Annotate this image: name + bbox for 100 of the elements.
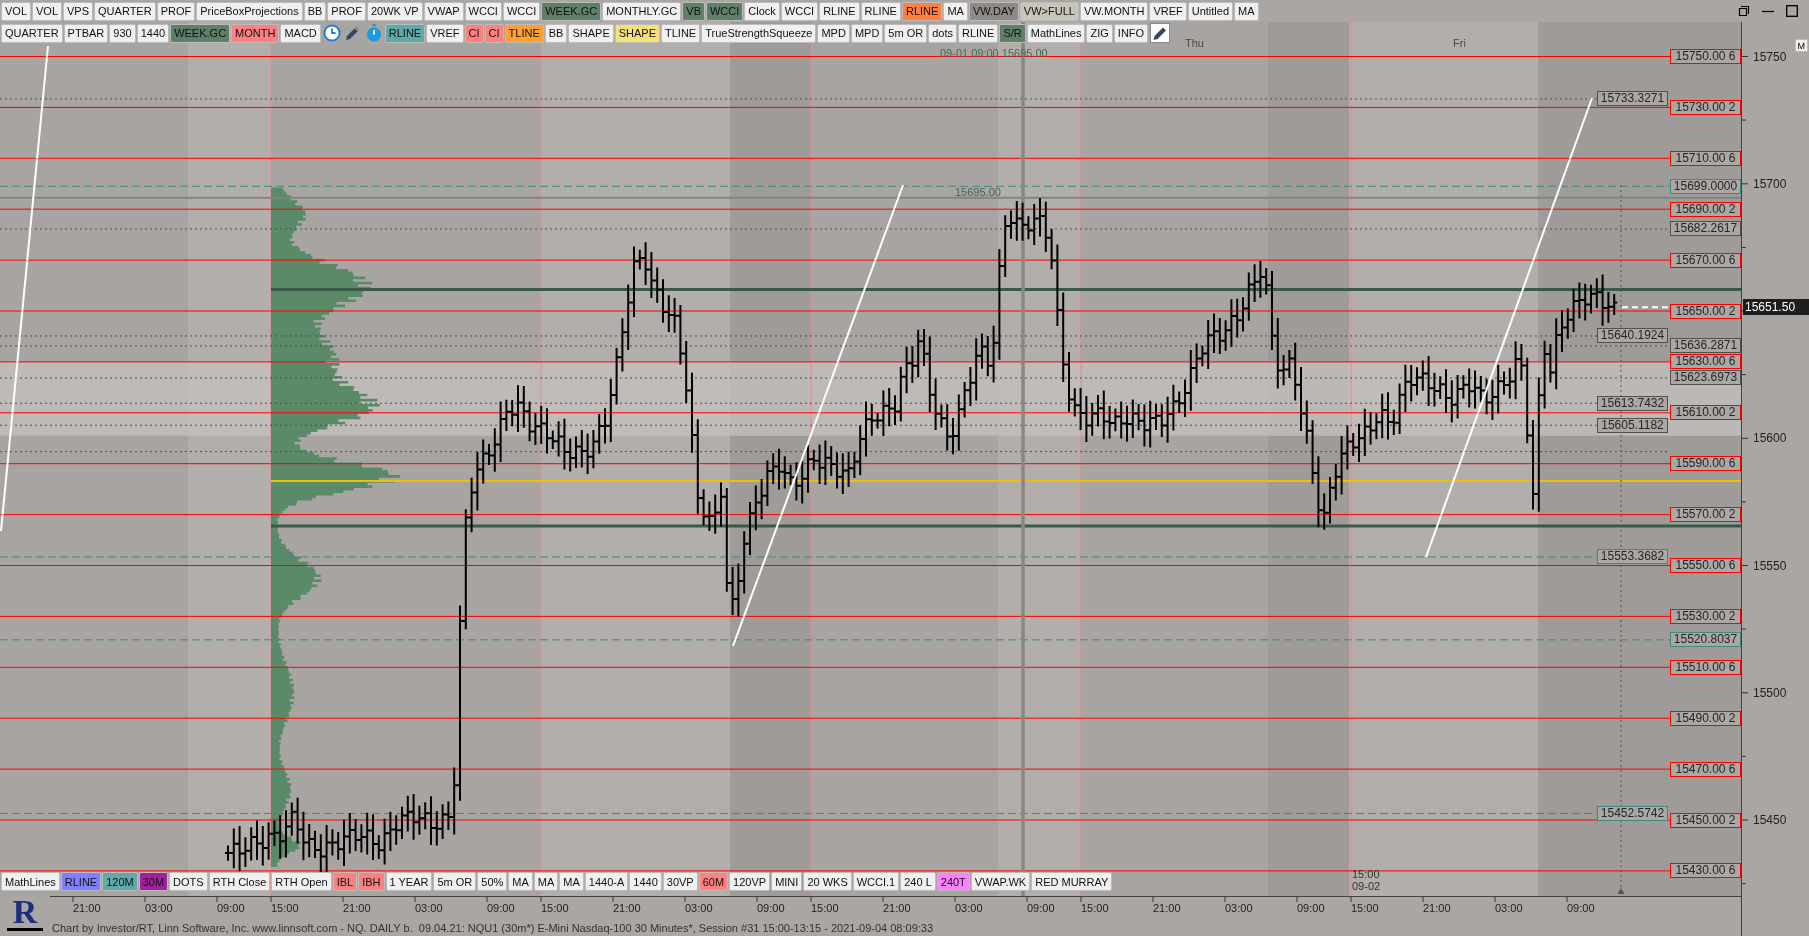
indicator-button[interactable]: VB bbox=[682, 1, 705, 21]
indicator-button[interactable]: VOL bbox=[32, 1, 63, 21]
indicator-button[interactable]: 240T bbox=[936, 872, 970, 891]
indicator-button[interactable]: MA bbox=[559, 872, 584, 891]
restore-icon[interactable] bbox=[1738, 5, 1750, 17]
indicator-button[interactable]: MACD bbox=[280, 23, 321, 43]
indicator-button[interactable]: QUARTER bbox=[1, 23, 63, 43]
time-axis-label: 03:00 bbox=[1495, 902, 1523, 914]
indicator-button[interactable]: BB bbox=[303, 1, 327, 21]
indicator-button[interactable]: VWAP bbox=[423, 1, 464, 21]
indicator-button[interactable]: RTH Open bbox=[271, 872, 332, 891]
indicator-button[interactable]: MONTHLY.GC bbox=[602, 1, 682, 21]
price-level-label: 15750.00 6 bbox=[1670, 49, 1741, 64]
indicator-button[interactable]: 5m OR bbox=[433, 872, 477, 891]
indicator-button[interactable]: Clock bbox=[744, 1, 780, 21]
indicator-button[interactable]: INFO bbox=[1113, 23, 1149, 43]
indicator-button[interactable]: S/R bbox=[999, 23, 1026, 43]
indicator-button[interactable]: MPD bbox=[817, 23, 850, 43]
price-level-label: 15630.00 6 bbox=[1670, 354, 1741, 370]
indicator-button[interactable]: PROF bbox=[156, 1, 196, 21]
indicator-button[interactable]: 30VP bbox=[662, 872, 698, 891]
indicator-button[interactable]: 5m OR bbox=[884, 23, 928, 43]
indicator-button[interactable]: VWAP.WK bbox=[970, 872, 1031, 891]
indicator-button[interactable]: PriceBoxProjections bbox=[196, 1, 303, 21]
pencil-icon[interactable] bbox=[1150, 23, 1171, 43]
indicator-button[interactable]: 930 bbox=[109, 23, 136, 43]
clock-icon[interactable] bbox=[322, 24, 341, 42]
indicator-button[interactable]: VW.DAY bbox=[968, 1, 1019, 21]
indicator-button[interactable]: WCCI bbox=[706, 1, 744, 21]
indicator-button[interactable]: VW>FULL bbox=[1019, 1, 1079, 21]
indicator-button[interactable]: MINI bbox=[771, 872, 803, 891]
indicator-button[interactable]: RLINE bbox=[60, 872, 102, 891]
indicator-button[interactable]: VPS bbox=[63, 1, 94, 21]
indicator-button[interactable]: TLINE bbox=[504, 23, 544, 43]
indicator-button[interactable]: WEEK.GC bbox=[170, 23, 231, 43]
indicator-button[interactable]: 120M bbox=[102, 872, 138, 891]
indicator-button[interactable]: MONTH bbox=[231, 23, 280, 43]
indicator-button[interactable]: RLINE bbox=[860, 1, 901, 21]
maximize-icon[interactable] bbox=[1786, 5, 1798, 17]
time-axis-label: 09:00 bbox=[1567, 902, 1595, 914]
time-axis-label: 03:00 bbox=[955, 902, 983, 914]
indicator-button[interactable]: 120VP bbox=[729, 872, 771, 891]
indicator-button[interactable]: IBH bbox=[358, 872, 385, 891]
indicator-button[interactable]: 1440-A bbox=[584, 872, 629, 891]
price-axis-label: 15450 bbox=[1753, 812, 1787, 828]
indicator-button[interactable]: MA bbox=[508, 872, 533, 891]
indicator-button[interactable]: WCCI.1 bbox=[852, 872, 900, 891]
indicator-button[interactable]: 50% bbox=[477, 872, 508, 891]
indicator-button[interactable]: RLINE bbox=[901, 1, 943, 21]
time-marker-icon bbox=[1617, 888, 1625, 894]
price-level-label: 15430.00 6 bbox=[1670, 863, 1741, 879]
indicator-button[interactable]: dots bbox=[928, 23, 957, 43]
indicator-button[interactable]: VREF bbox=[1149, 1, 1187, 21]
indicator-button[interactable]: 1 YEAR bbox=[385, 872, 433, 891]
indicator-button[interactable]: 1440 bbox=[136, 23, 170, 43]
time-axis-label: 15:00 bbox=[811, 902, 839, 914]
pencil-icon[interactable] bbox=[343, 24, 362, 42]
time-axis-label: 15:00 bbox=[1081, 902, 1109, 914]
indicator-button[interactable]: MA bbox=[533, 872, 559, 891]
indicator-button[interactable]: RTH Close bbox=[208, 872, 271, 891]
indicator-button[interactable]: RLINE bbox=[384, 23, 426, 43]
indicator-button[interactable]: CI bbox=[484, 23, 504, 43]
indicator-button[interactable]: WCCI bbox=[464, 1, 502, 21]
indicator-button[interactable]: CI bbox=[464, 23, 484, 43]
stopwatch-icon[interactable] bbox=[364, 24, 383, 42]
indicator-button[interactable]: DOTS bbox=[169, 872, 208, 891]
indicator-button[interactable]: IBL bbox=[332, 872, 358, 891]
indicator-button[interactable]: Untitled bbox=[1187, 1, 1234, 21]
indicator-button[interactable]: VW.MONTH bbox=[1079, 1, 1149, 21]
indicator-button[interactable]: ZIG bbox=[1086, 23, 1113, 43]
indicator-button[interactable]: PTBAR bbox=[63, 23, 109, 43]
day-label: Fri bbox=[1453, 37, 1466, 49]
indicator-button[interactable]: MathLines bbox=[1, 872, 60, 891]
price-level-label: 15610.00 2 bbox=[1670, 405, 1741, 421]
indicator-button[interactable]: VOL bbox=[1, 1, 31, 21]
indicator-button[interactable]: WEEK.GC bbox=[541, 1, 602, 21]
indicator-button[interactable]: RLINE bbox=[957, 23, 999, 43]
time-axis-label: 15:00 bbox=[1351, 902, 1379, 914]
indicator-button[interactable]: 240 L bbox=[900, 872, 936, 891]
indicator-button[interactable]: MA bbox=[1234, 1, 1259, 21]
indicator-button[interactable]: 60M bbox=[698, 872, 729, 891]
logo: R bbox=[6, 896, 44, 931]
indicator-button[interactable]: VREF bbox=[426, 23, 464, 43]
indicator-button[interactable]: WCCI bbox=[780, 1, 819, 21]
indicator-button[interactable]: QUARTER bbox=[94, 1, 156, 21]
indicator-button[interactable]: MA bbox=[943, 1, 968, 21]
corner-button[interactable]: M bbox=[1794, 39, 1808, 52]
indicator-button[interactable]: TrueStrengthSqueeze bbox=[701, 23, 817, 43]
indicator-button[interactable]: MPD bbox=[850, 23, 884, 43]
high-price-label: 15695.00 bbox=[955, 186, 1001, 198]
indicator-button[interactable]: 20 WKS bbox=[803, 872, 852, 891]
indicator-button[interactable]: 1440 bbox=[629, 872, 662, 891]
indicator-button[interactable]: 20WK VP bbox=[366, 1, 423, 21]
price-level-label: 15640.1924 bbox=[1597, 328, 1668, 344]
indicator-button[interactable]: RLINE bbox=[819, 1, 860, 21]
price-level-label: 15682.2617 bbox=[1670, 221, 1741, 237]
indicator-button[interactable]: RED MURRAY bbox=[1031, 872, 1113, 891]
indicator-button[interactable]: WCCI bbox=[502, 1, 541, 21]
indicator-button[interactable]: PROF bbox=[327, 1, 366, 21]
price-axis-label: 15550 bbox=[1753, 557, 1787, 574]
